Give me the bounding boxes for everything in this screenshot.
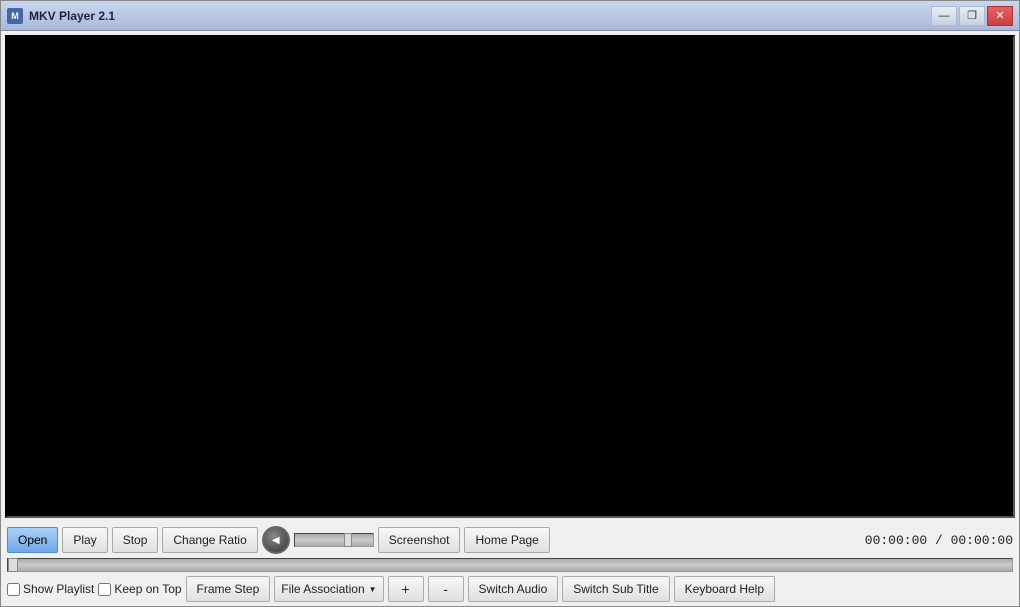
controls-area: Open Play Stop Change Ratio Screenshot H… [1, 522, 1019, 606]
file-association-label: File Association [281, 582, 364, 596]
change-ratio-button[interactable]: Change Ratio [162, 527, 257, 553]
controls-row-3: Show Playlist Keep on Top Frame Step Fil… [7, 576, 1013, 602]
controls-row-1: Open Play Stop Change Ratio Screenshot H… [7, 526, 1013, 554]
switch-subtitle-button[interactable]: Switch Sub Title [562, 576, 669, 602]
frame-step-button[interactable]: Frame Step [186, 576, 271, 602]
home-page-button[interactable]: Home Page [464, 527, 549, 553]
keep-on-top-checkbox[interactable] [98, 583, 111, 596]
volume-slider[interactable] [294, 533, 374, 547]
show-playlist-checkbox[interactable] [7, 583, 20, 596]
keep-on-top-checkbox-label[interactable]: Keep on Top [98, 582, 181, 596]
titlebar-left: M MKV Player 2.1 [7, 8, 115, 24]
app-title: MKV Player 2.1 [29, 9, 115, 23]
keyboard-help-button[interactable]: Keyboard Help [674, 576, 775, 602]
show-playlist-label: Show Playlist [23, 582, 94, 596]
titlebar: M MKV Player 2.1 — ❐ ✕ [1, 1, 1019, 31]
dropdown-arrow-icon: ▼ [369, 585, 377, 594]
file-association-dropdown[interactable]: File Association ▼ [274, 576, 383, 602]
controls-row-2 [7, 558, 1013, 572]
open-button[interactable]: Open [7, 527, 58, 553]
minus-button[interactable]: - [428, 576, 464, 602]
show-playlist-checkbox-label[interactable]: Show Playlist [7, 582, 94, 596]
seek-bar[interactable] [7, 558, 1013, 572]
app-icon: M [7, 8, 23, 24]
plus-button[interactable]: + [388, 576, 424, 602]
video-display [5, 35, 1015, 518]
time-display: 00:00:00 / 00:00:00 [865, 533, 1013, 548]
restore-button[interactable]: ❐ [959, 6, 985, 26]
minimize-button[interactable]: — [931, 6, 957, 26]
switch-audio-button[interactable]: Switch Audio [468, 576, 559, 602]
keep-on-top-label: Keep on Top [114, 582, 181, 596]
stop-button[interactable]: Stop [112, 527, 159, 553]
main-window: M MKV Player 2.1 — ❐ ✕ Open Play Stop Ch… [0, 0, 1020, 607]
volume-icon[interactable] [262, 526, 290, 554]
screenshot-button[interactable]: Screenshot [378, 527, 461, 553]
close-button[interactable]: ✕ [987, 6, 1013, 26]
titlebar-buttons: — ❐ ✕ [931, 6, 1013, 26]
play-button[interactable]: Play [62, 527, 107, 553]
